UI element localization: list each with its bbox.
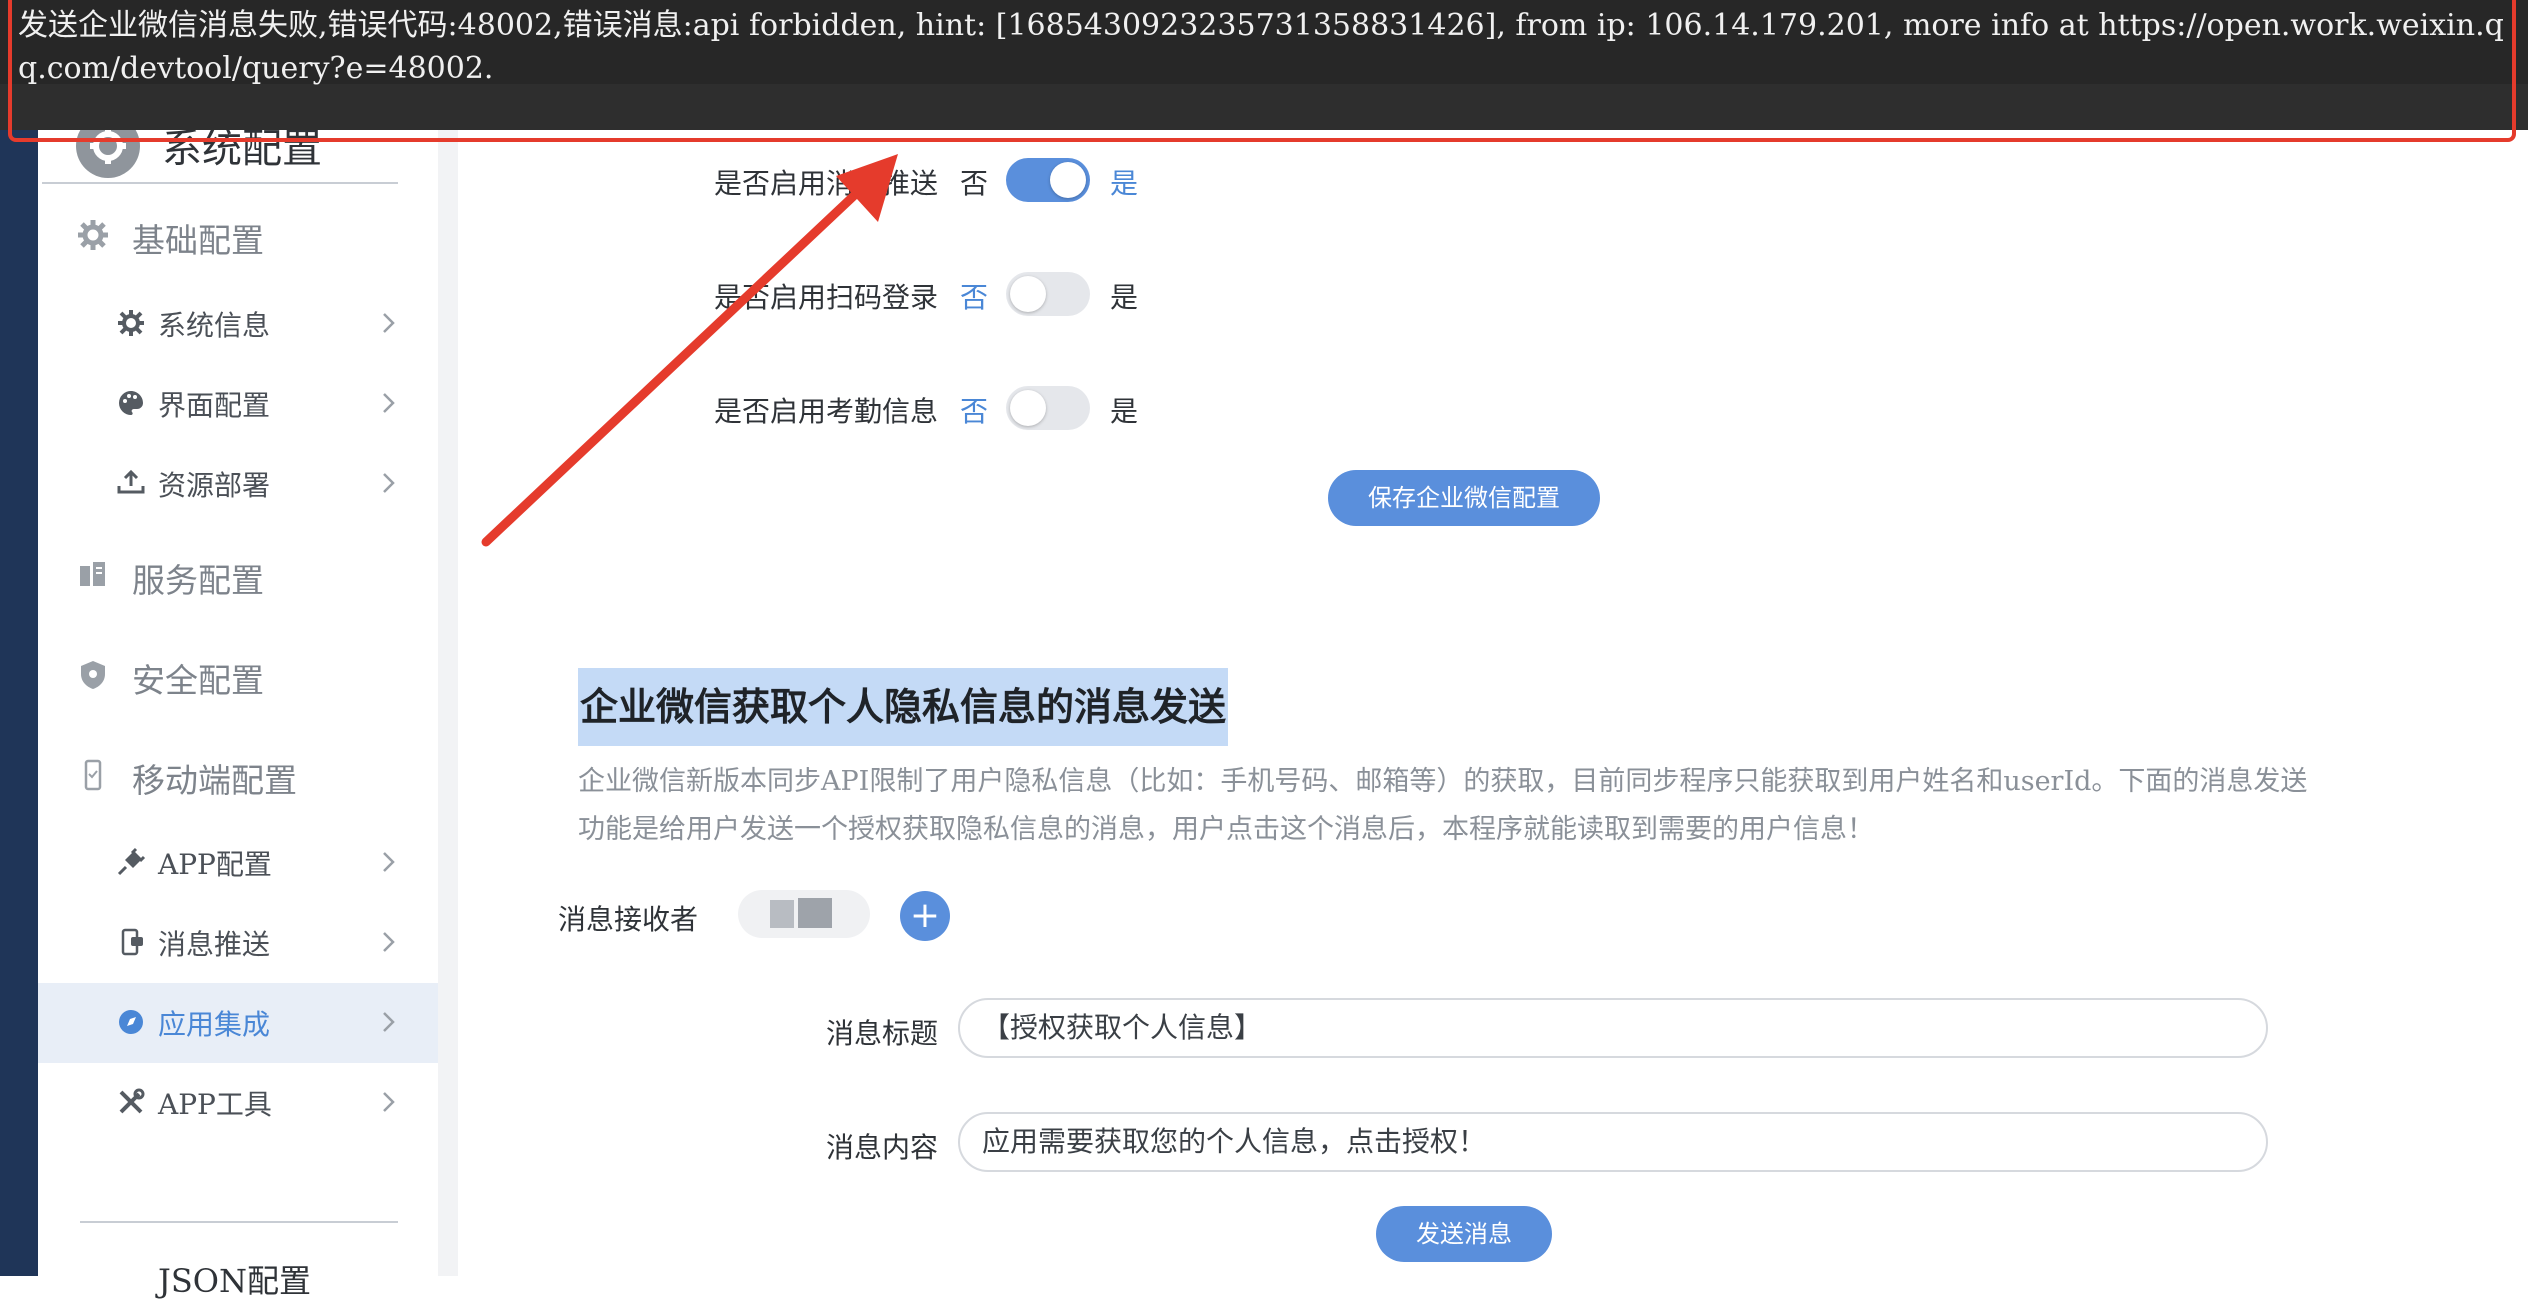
annotation-arrow (481, 154, 898, 547)
